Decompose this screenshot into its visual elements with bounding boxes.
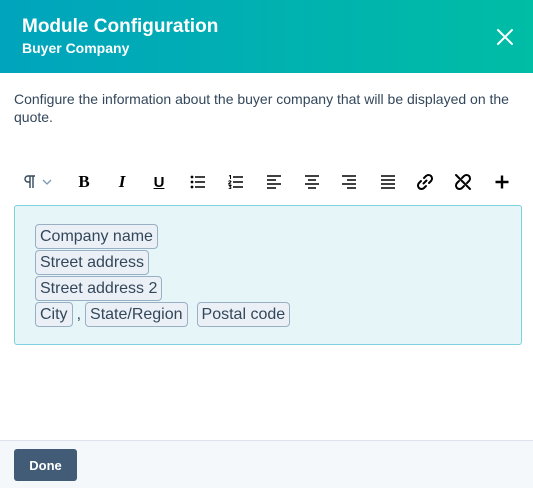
comma-separator: , [76, 306, 82, 323]
street-address-token[interactable]: Street address [35, 250, 150, 275]
modal-footer: Done [0, 440, 533, 488]
done-button[interactable]: Done [14, 449, 77, 481]
align-center-icon [305, 175, 319, 189]
italic-icon: I [118, 172, 126, 191]
insert-more-button[interactable] [490, 170, 514, 194]
rich-text-toolbar: B I U [14, 170, 519, 194]
link-icon [416, 173, 434, 191]
pilcrow-icon [23, 175, 35, 188]
close-icon [497, 29, 513, 45]
city-token[interactable]: City [35, 302, 73, 327]
bold-icon: B [78, 172, 90, 191]
modal-title: Module Configuration [22, 16, 219, 37]
company-name-token[interactable]: Company name [35, 224, 158, 249]
editor-line: Street address 2 [35, 276, 163, 301]
bold-button[interactable]: B [72, 170, 96, 194]
numbered-list-icon [228, 175, 243, 189]
align-left-icon [267, 175, 281, 189]
description-text: Configure the information about the buye… [14, 91, 509, 125]
close-button[interactable] [494, 26, 516, 48]
chevron-down-icon [42, 179, 51, 185]
modal-header: Module Configuration Buyer Company [0, 0, 533, 73]
justify-icon [381, 175, 395, 189]
editor-line: City, State/Region Postal code [35, 302, 291, 327]
modal-subtitle: Buyer Company [22, 40, 130, 56]
editor-line: Street address [35, 250, 150, 275]
align-left-button[interactable] [262, 170, 286, 194]
postal-code-token[interactable]: Postal code [196, 302, 291, 327]
rich-text-editor[interactable]: Company name Street address Street addre… [14, 205, 522, 345]
align-right-icon [342, 175, 356, 189]
align-center-button[interactable] [300, 170, 324, 194]
bulleted-list-button[interactable] [186, 170, 210, 194]
paragraph-style-dropdown[interactable] [22, 170, 54, 194]
unlink-icon [454, 173, 472, 191]
align-right-button[interactable] [337, 170, 361, 194]
street-address-2-token[interactable]: Street address 2 [35, 276, 163, 301]
editor-line: Company name [35, 224, 158, 249]
state-region-token[interactable]: State/Region [85, 302, 188, 327]
remove-link-button[interactable] [451, 170, 475, 194]
plus-icon [495, 175, 509, 189]
underline-button[interactable]: U [147, 170, 171, 194]
justify-button[interactable] [376, 170, 400, 194]
numbered-list-button[interactable] [224, 170, 248, 194]
bulleted-list-icon [190, 175, 205, 189]
insert-link-button[interactable] [413, 170, 437, 194]
underline-icon: U [153, 173, 165, 191]
italic-button[interactable]: I [110, 170, 134, 194]
